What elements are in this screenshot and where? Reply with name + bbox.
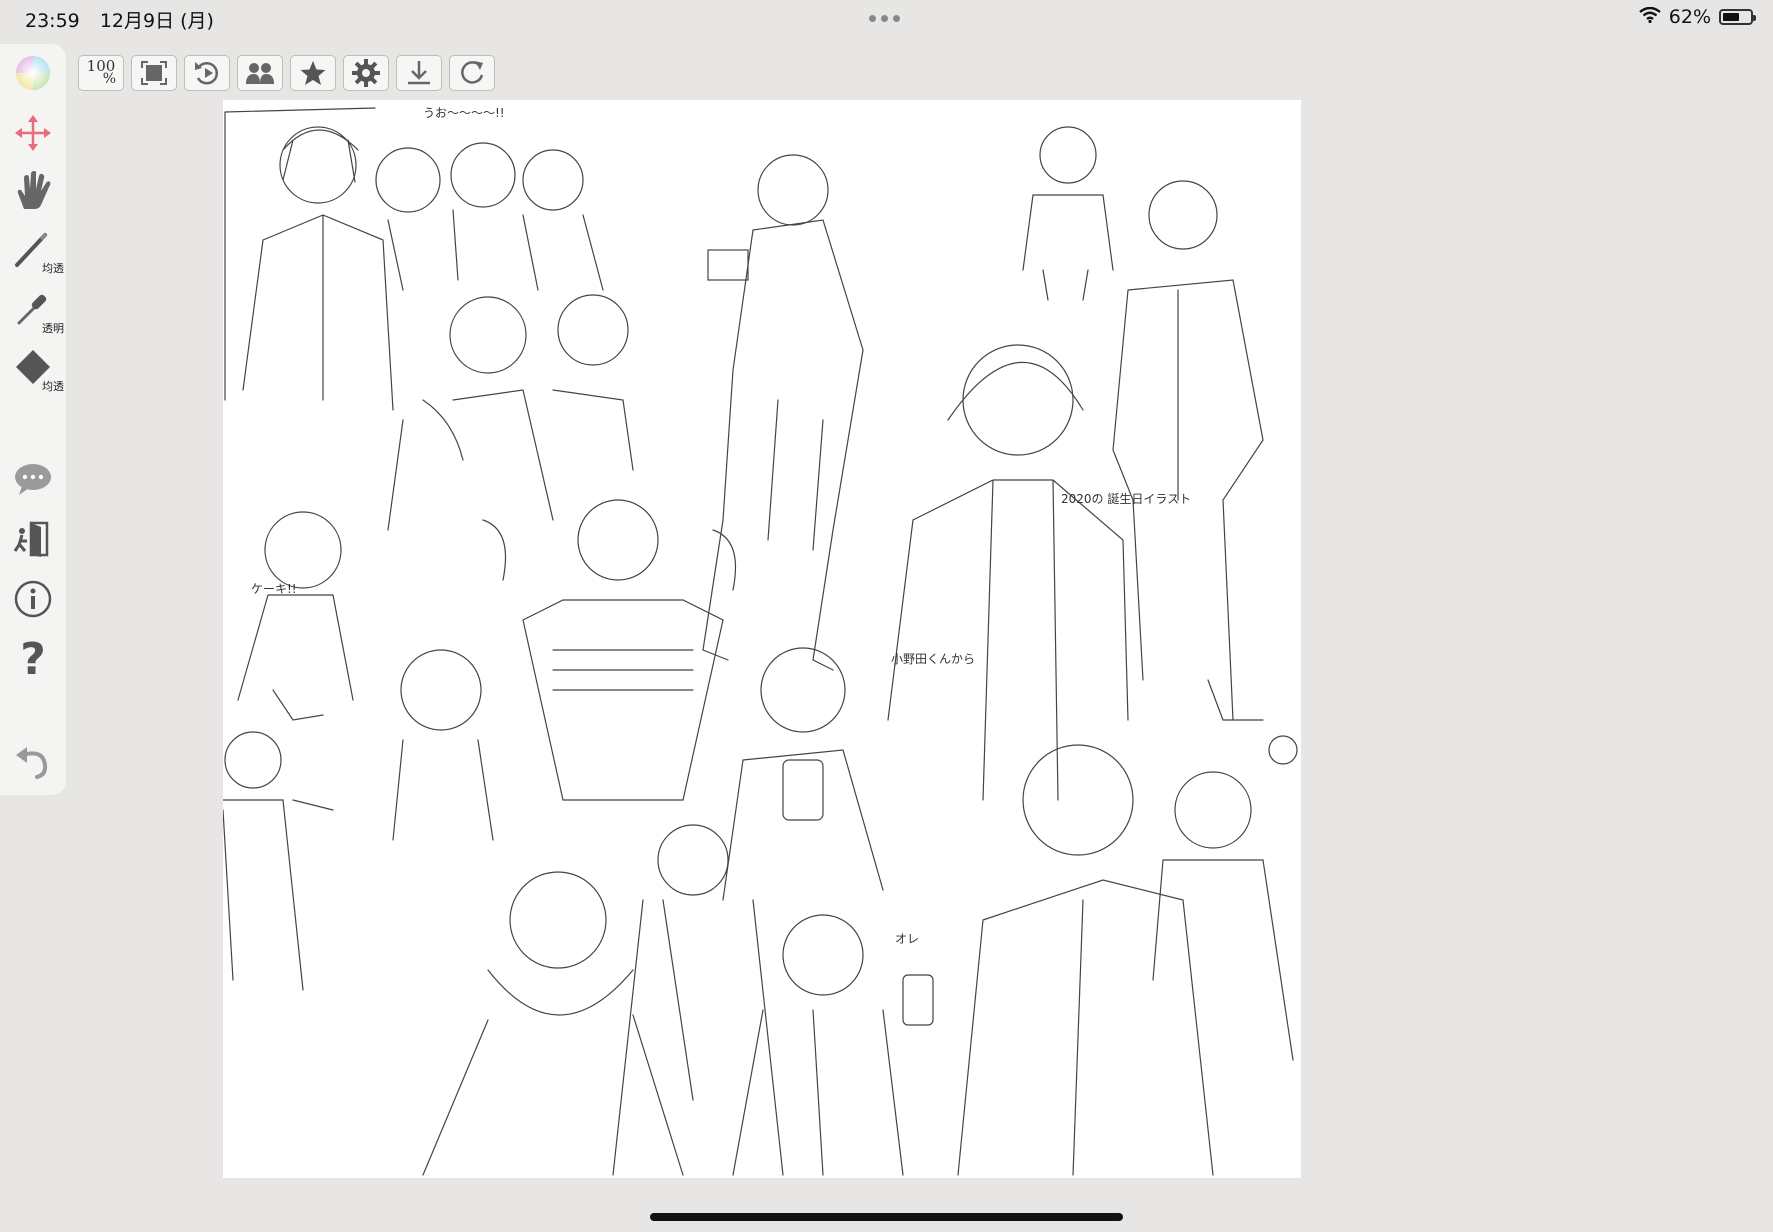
speech-bubble-icon[interactable] (8, 454, 58, 504)
help-question-icon[interactable]: ? (8, 633, 58, 685)
move-arrows-icon[interactable] (8, 108, 58, 158)
info-icon[interactable] (8, 574, 58, 624)
settings-gear-button[interactable] (343, 55, 389, 91)
note-5: オレ (895, 932, 920, 946)
pen-icon[interactable]: 均透 (8, 224, 64, 275)
color-wheel-icon[interactable] (8, 48, 58, 98)
status-bar-left: 23:59 12月9日 (月) (25, 6, 228, 33)
wifi-icon (1639, 6, 1661, 28)
sketch-artwork (217, 107, 1298, 1176)
pen-mode-label: 均透 (42, 262, 64, 275)
fit-screen-button[interactable] (131, 55, 177, 91)
download-button[interactable] (396, 55, 442, 91)
home-indicator[interactable] (650, 1213, 1123, 1221)
top-toolbar: 100% (78, 55, 495, 91)
tool-panel: 均透 透明 均透 ? (0, 44, 66, 795)
help-label: ? (20, 633, 46, 685)
eraser-icon[interactable]: 均透 (8, 342, 64, 393)
star-icon (300, 61, 326, 85)
more-dots-icon[interactable] (869, 15, 900, 22)
rotate-reset-icon (195, 62, 219, 85)
rotate-reset-button[interactable] (184, 55, 230, 91)
users-button[interactable] (237, 55, 283, 91)
status-bar-right: 62% (1639, 6, 1756, 28)
status-time: 23:59 (25, 10, 80, 32)
refresh-button[interactable] (449, 55, 495, 91)
zoom-100-button[interactable]: 100% (78, 55, 124, 91)
battery-percent: 62% (1668, 6, 1711, 28)
eyedropper-icon[interactable]: 透明 (8, 284, 64, 335)
battery-icon (1719, 9, 1756, 25)
undo-icon[interactable] (8, 736, 58, 786)
download-icon (408, 61, 430, 85)
hand-icon[interactable] (8, 166, 58, 216)
gear-icon (352, 59, 380, 87)
note-1: うお〜〜〜〜!! (423, 106, 505, 120)
note-4: 小野田くんから (891, 652, 976, 666)
exit-door-icon[interactable] (8, 514, 58, 564)
note-2: ケーキ!! (251, 582, 297, 596)
users-icon (246, 63, 274, 84)
eyedropper-mode-label: 透明 (42, 322, 64, 335)
favorite-star-button[interactable] (290, 55, 336, 91)
fit-screen-icon (141, 61, 167, 85)
status-date: 12月9日 (月) (99, 10, 214, 32)
drawing-canvas[interactable]: うお〜〜〜〜!! ケーキ!! 2020の 誕生日イラスト 小野田くんから オレ (217, 100, 1301, 1178)
refresh-icon (461, 61, 484, 84)
eraser-mode-label: 均透 (42, 380, 64, 393)
note-3: 2020の 誕生日イラスト (1061, 492, 1192, 506)
